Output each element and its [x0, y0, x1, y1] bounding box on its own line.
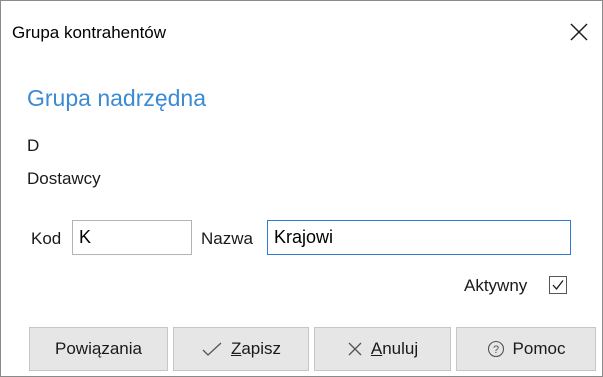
close-button[interactable] [556, 9, 602, 55]
parent-group-heading: Grupa nadrzędna [27, 85, 207, 111]
active-checkbox[interactable] [549, 276, 567, 294]
checkmark-icon [202, 342, 222, 356]
question-circle-icon: ? [487, 340, 504, 358]
cancel-button[interactable]: Anuluj [314, 327, 451, 371]
name-label: Nazwa [201, 229, 253, 248]
close-icon [570, 23, 588, 41]
active-label: Aktywny [464, 276, 528, 295]
links-button[interactable]: Powiązania [29, 327, 168, 371]
parent-group-name: Dostawcy [27, 169, 101, 188]
svg-text:?: ? [492, 344, 498, 356]
checkmark-icon [552, 280, 564, 291]
cancel-button-label: Anuluj [370, 339, 419, 358]
save-button-label: Zapisz [230, 339, 282, 358]
save-button[interactable]: Zapisz [173, 327, 309, 371]
x-icon [348, 342, 362, 356]
parent-group-code: D [27, 136, 40, 155]
help-button-label: Pomoc [512, 339, 566, 358]
window-title: Grupa kontrahentów [12, 23, 167, 42]
title-bar[interactable]: Grupa kontrahentów [1, 1, 602, 63]
code-label: Kod [31, 229, 62, 248]
links-button-label: Powiązania [55, 339, 142, 358]
help-button[interactable]: ? Pomoc [456, 327, 596, 371]
code-input[interactable] [72, 220, 192, 255]
name-input[interactable] [267, 220, 571, 255]
dialog-window: Grupa kontrahentów Grupa nadrzędna D Dos… [0, 0, 603, 377]
